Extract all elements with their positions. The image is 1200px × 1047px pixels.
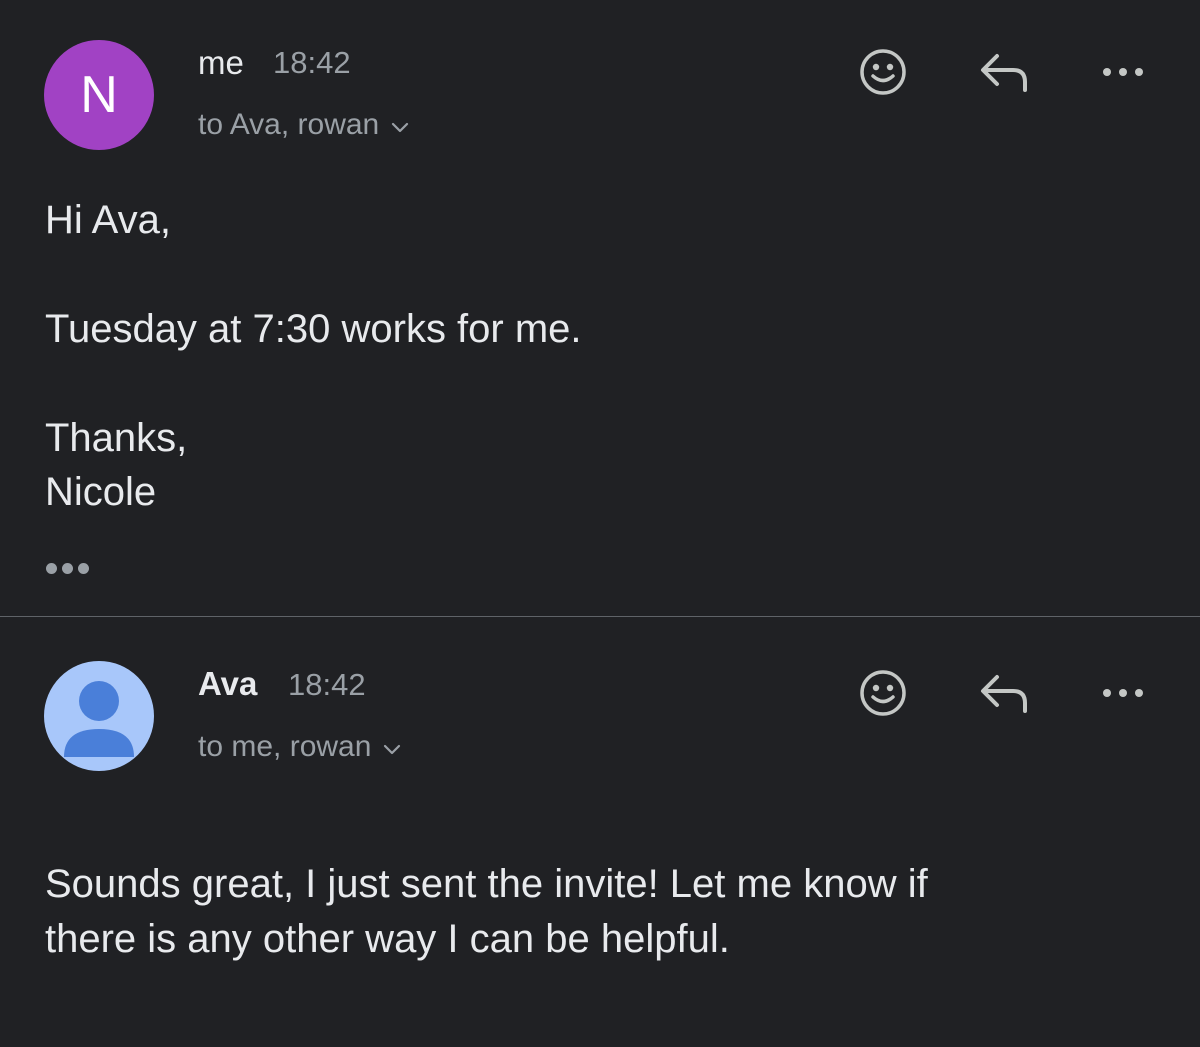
more-options-icon[interactable] [1093,42,1153,102]
avatar[interactable]: N [44,40,154,150]
message-time: 18:42 [273,45,351,80]
body-greeting: Hi Ava, [45,198,171,242]
more-options-icon[interactable] [1093,663,1153,723]
dot [62,563,73,574]
body-text: there is any other way I can be helpful. [45,917,730,961]
sender-name: Ava [198,665,258,702]
recipients-text: to Ava, rowan [198,108,380,141]
person-icon [64,681,134,757]
body-signature: Nicole [45,470,157,514]
avatar[interactable] [44,661,154,771]
reply-icon[interactable] [974,663,1034,723]
recipients-toggle[interactable]: to me, rowan [198,730,401,764]
body-text: Tuesday at 7:30 works for me. [45,307,582,351]
reply-icon[interactable] [974,42,1034,102]
dot [46,563,57,574]
show-trimmed-content-icon[interactable] [46,563,89,574]
chevron-down-icon [383,730,401,764]
dot [78,563,89,574]
emoji-reaction-icon[interactable] [853,663,913,723]
message-time: 18:42 [288,667,366,702]
email-thread: N me 18:42 to Ava, rowan Hi Ava, Tuesday… [0,0,1200,1047]
message-divider [0,616,1200,617]
recipients-text: to me, rowan [198,730,372,763]
chevron-down-icon [391,108,409,142]
avatar-letter: N [80,66,118,124]
body-text: Sounds great, I just sent the invite! Le… [45,862,928,906]
recipients-toggle[interactable]: to Ava, rowan [198,108,409,142]
body-signoff: Thanks, [45,416,188,460]
sender-name: me [198,44,244,81]
emoji-reaction-icon[interactable] [853,42,913,102]
